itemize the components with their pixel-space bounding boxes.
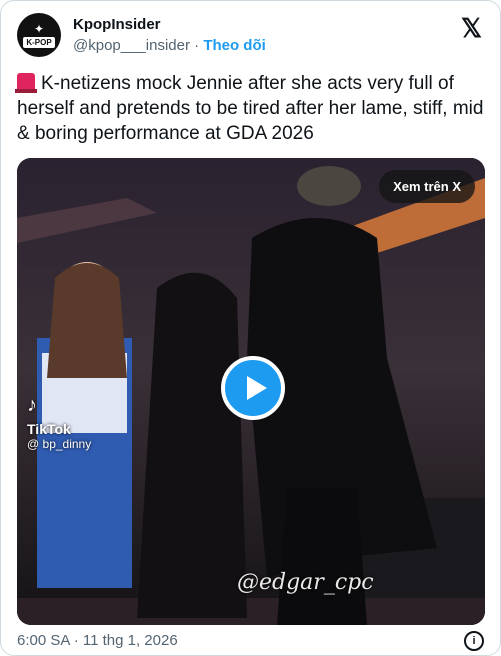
author-subline: @kpop___insider · Theo dõi (73, 36, 266, 56)
tiktok-watermark: ♪ TikTok @ bp_dinny (27, 394, 91, 451)
play-icon[interactable] (221, 356, 285, 420)
avatar-logo-text: K-POP (23, 36, 55, 48)
police-car-light-icon (15, 73, 37, 93)
video-player[interactable]: Xem trên X ♪ TikTok @ bp_dinny @edgar_cp… (17, 158, 485, 625)
handle[interactable]: @kpop___insider (73, 37, 190, 54)
tiktok-handle: @ bp_dinny (27, 437, 92, 451)
watch-on-x-button[interactable]: Xem trên X (379, 170, 475, 203)
star-icon: ✦ (33, 21, 45, 36)
tiktok-brand: TikTok (27, 421, 71, 437)
display-name[interactable]: KpopInsider (73, 15, 266, 35)
timestamp[interactable]: 6:00 SA · 11 thg 1, 2026 (17, 632, 178, 649)
tweet-text: K-netizens mock Jennie after she acts ve… (15, 71, 487, 146)
x-logo-icon[interactable]: 𝕏 (461, 15, 482, 41)
video-watermark: @edgar_cpc (237, 570, 374, 595)
separator: · (194, 37, 200, 54)
info-icon[interactable]: i (464, 631, 484, 651)
tweet-header: ✦ K-POP KpopInsider @kpop___insider · Th… (17, 13, 484, 61)
author-info: KpopInsider @kpop___insider · Theo dõi (73, 15, 266, 56)
avatar[interactable]: ✦ K-POP (17, 13, 61, 57)
follow-button[interactable]: Theo dõi (203, 37, 266, 54)
tweet-card: ✦ K-POP KpopInsider @kpop___insider · Th… (0, 0, 501, 656)
tweet-body: K-netizens mock Jennie after she acts ve… (17, 73, 484, 144)
tiktok-icon: ♪ (27, 394, 37, 416)
